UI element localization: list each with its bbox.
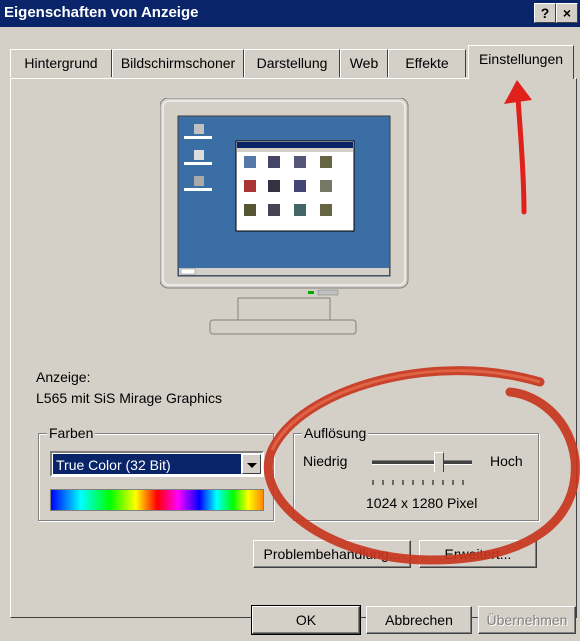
annotation-overlay [263, 80, 580, 565]
tab-einstellungen[interactable]: Einstellungen [468, 45, 574, 79]
red-ellipse-annotation [263, 366, 580, 565]
red-arrow-annotation [504, 80, 532, 215]
